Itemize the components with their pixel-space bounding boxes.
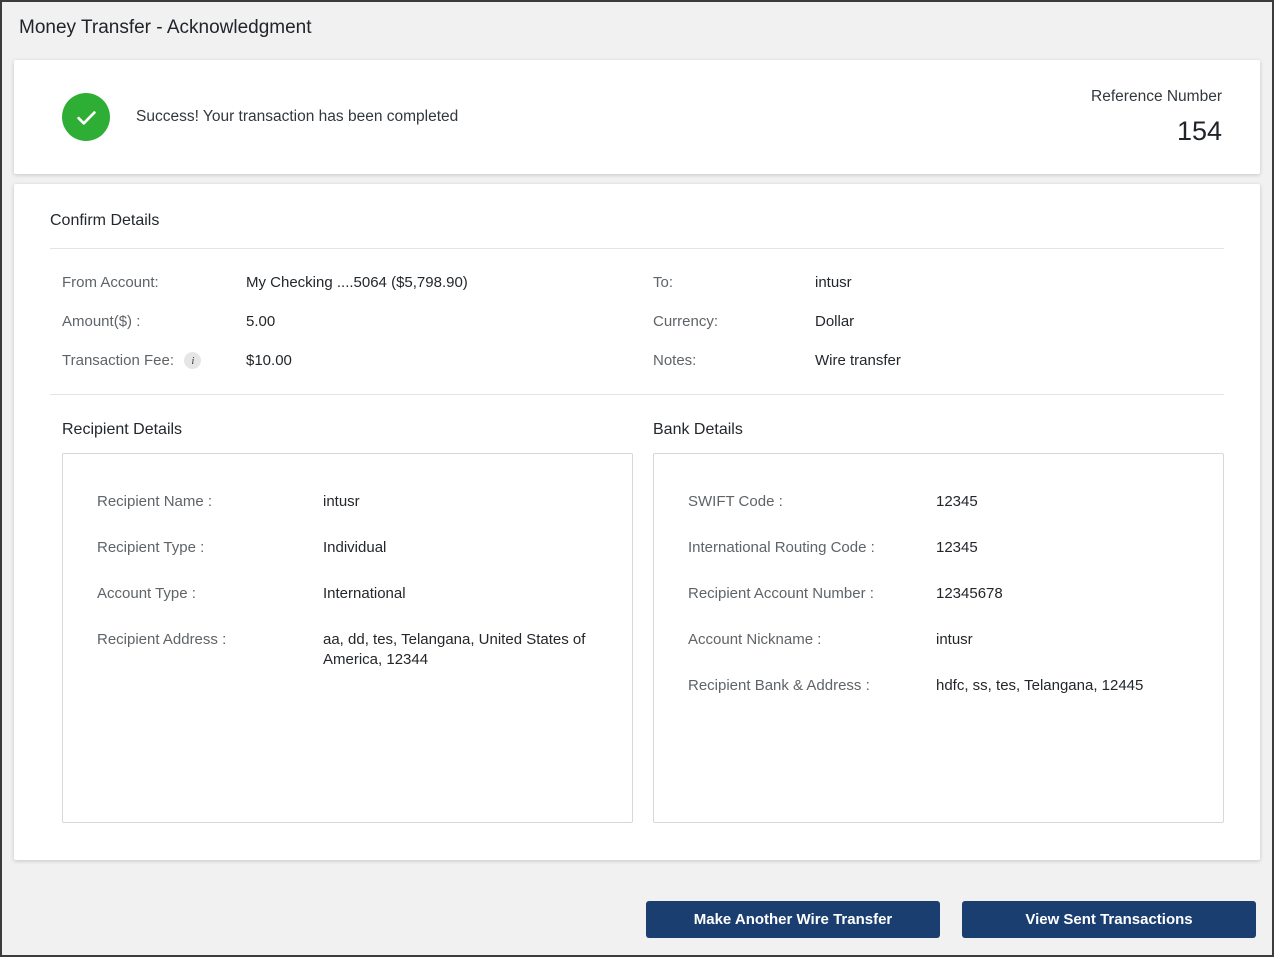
account-nickname-label: Account Nickname :	[688, 630, 936, 650]
money-transfer-acknowledgment-page: Money Transfer - Acknowledgment Success!…	[0, 0, 1274, 957]
notes-label: Notes:	[653, 351, 815, 371]
account-type-value: International	[323, 584, 406, 604]
to-row: To: intusr	[653, 273, 1224, 293]
recipient-bank-address-value: hdfc, ss, tes, Telangana, 12445	[936, 676, 1143, 696]
confirm-details-right-column: To: intusr Currency: Dollar Notes: Wire …	[653, 273, 1224, 390]
recipient-address-value: aa, dd, tes, Telangana, United States of…	[323, 630, 598, 670]
from-account-row: From Account: My Checking ....5064 ($5,7…	[62, 273, 633, 293]
recipient-address-label: Recipient Address :	[97, 630, 323, 650]
recipient-details-heading: Recipient Details	[62, 421, 633, 439]
page-title: Money Transfer - Acknowledgment	[2, 2, 1272, 52]
bank-details-section: Bank Details SWIFT Code : 12345 Internat…	[653, 421, 1224, 823]
recipient-type-value: Individual	[323, 538, 386, 558]
notes-row: Notes: Wire transfer	[653, 351, 1224, 371]
transaction-fee-row: Transaction Fee: i $10.00	[62, 351, 633, 371]
recipient-bank-address-label: Recipient Bank & Address :	[688, 676, 936, 696]
international-routing-code-row: International Routing Code : 12345	[688, 538, 1189, 558]
swift-code-label: SWIFT Code :	[688, 492, 936, 512]
reference-block: Reference Number 154	[1091, 88, 1222, 147]
recipient-type-label: Recipient Type :	[97, 538, 323, 558]
recipient-type-row: Recipient Type : Individual	[97, 538, 598, 558]
make-another-wire-transfer-button[interactable]: Make Another Wire Transfer	[646, 901, 940, 938]
confirm-details-heading: Confirm Details	[50, 212, 1224, 249]
recipient-name-row: Recipient Name : intusr	[97, 492, 598, 512]
confirm-details-grid: From Account: My Checking ....5064 ($5,7…	[50, 249, 1224, 395]
swift-code-row: SWIFT Code : 12345	[688, 492, 1189, 512]
account-type-row: Account Type : International	[97, 584, 598, 604]
success-message: Success! Your transaction has been compl…	[136, 108, 458, 126]
recipient-name-label: Recipient Name :	[97, 492, 323, 512]
recipient-account-number-value: 12345678	[936, 584, 1003, 604]
from-account-value: My Checking ....5064 ($5,798.90)	[246, 273, 468, 293]
notes-value: Wire transfer	[815, 351, 901, 371]
international-routing-code-label: International Routing Code :	[688, 538, 936, 558]
transaction-fee-label: Transaction Fee:	[62, 352, 174, 369]
account-nickname-value: intusr	[936, 630, 973, 650]
currency-row: Currency: Dollar	[653, 312, 1224, 332]
footer-actions: Make Another Wire Transfer View Sent Tra…	[2, 901, 1272, 938]
amount-value: 5.00	[246, 312, 275, 332]
success-check-icon	[62, 93, 110, 141]
recipient-account-number-label: Recipient Account Number :	[688, 584, 936, 604]
amount-label: Amount($) :	[62, 312, 246, 332]
reference-number-value: 154	[1091, 116, 1222, 147]
international-routing-code-value: 12345	[936, 538, 978, 558]
account-type-label: Account Type :	[97, 584, 323, 604]
transaction-fee-label-cell: Transaction Fee: i	[62, 351, 246, 371]
recipient-details-box: Recipient Name : intusr Recipient Type :…	[62, 453, 633, 823]
transaction-fee-value: $10.00	[246, 351, 292, 371]
amount-row: Amount($) : 5.00	[62, 312, 633, 332]
details-sections-row: Recipient Details Recipient Name : intus…	[50, 421, 1224, 823]
recipient-details-section: Recipient Details Recipient Name : intus…	[62, 421, 633, 823]
account-nickname-row: Account Nickname : intusr	[688, 630, 1189, 650]
from-account-label: From Account:	[62, 273, 246, 293]
recipient-bank-address-row: Recipient Bank & Address : hdfc, ss, tes…	[688, 676, 1189, 696]
currency-label: Currency:	[653, 312, 815, 332]
currency-value: Dollar	[815, 312, 854, 332]
info-icon[interactable]: i	[184, 352, 201, 369]
reference-number-label: Reference Number	[1091, 88, 1222, 106]
bank-details-heading: Bank Details	[653, 421, 1224, 439]
to-label: To:	[653, 273, 815, 293]
recipient-name-value: intusr	[323, 492, 360, 512]
success-banner: Success! Your transaction has been compl…	[14, 60, 1260, 174]
bank-details-box: SWIFT Code : 12345 International Routing…	[653, 453, 1224, 823]
swift-code-value: 12345	[936, 492, 978, 512]
recipient-address-row: Recipient Address : aa, dd, tes, Telanga…	[97, 630, 598, 670]
details-card: Confirm Details From Account: My Checkin…	[14, 184, 1260, 860]
recipient-account-number-row: Recipient Account Number : 12345678	[688, 584, 1189, 604]
to-value: intusr	[815, 273, 852, 293]
view-sent-transactions-button[interactable]: View Sent Transactions	[962, 901, 1256, 938]
confirm-details-left-column: From Account: My Checking ....5064 ($5,7…	[62, 273, 633, 390]
